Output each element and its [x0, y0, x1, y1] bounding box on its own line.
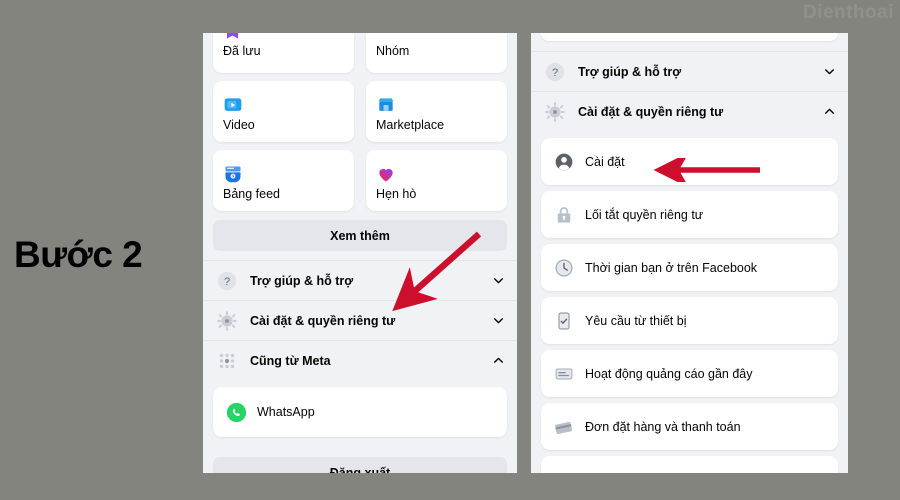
tile-groups[interactable]: Nhóm [366, 33, 507, 73]
accordion-help-support[interactable]: ? Trợ giúp & hỗ trợ [203, 260, 517, 300]
tile-label: Video [223, 118, 255, 132]
feeds-icon [223, 158, 344, 184]
left-phone-panel: Đã lưu Nhóm Video Marketplace Bảng feed [203, 33, 517, 473]
tile-video[interactable]: Video [213, 81, 354, 142]
meta-app-label: WhatsApp [257, 405, 315, 419]
tile-saved[interactable]: Đã lưu [213, 33, 354, 73]
tile-feeds[interactable]: Bảng feed [213, 150, 354, 211]
tile-label: Marketplace [376, 118, 445, 132]
chevron-down-icon[interactable] [491, 274, 505, 288]
orders-payments-icon [553, 416, 575, 438]
bookmark-icon [223, 33, 344, 41]
logout-button[interactable]: Đăng xuất [213, 457, 507, 473]
tile-label: Nhóm [376, 44, 410, 58]
chevron-up-icon[interactable] [822, 105, 836, 119]
settings-item-label: Đơn đặt hàng và thanh toán [585, 419, 741, 434]
accordion-settings-privacy[interactable]: Cài đặt & quyền riêng tư [203, 300, 517, 340]
accordion-label: Cài đặt & quyền riêng tư [250, 313, 396, 328]
help-question-icon: ? [215, 269, 239, 293]
settings-item-recent-ad-activity[interactable]: Hoạt động quảng cáo gần đây [541, 350, 838, 397]
tile-marketplace[interactable]: Marketplace [366, 81, 507, 142]
meta-app-whatsapp[interactable]: WhatsApp [213, 387, 507, 437]
settings-item-label: Thời gian bạn ở trên Facebook [585, 260, 758, 275]
gear-icon [543, 100, 567, 124]
settings-item-time-on-facebook[interactable]: Thời gian bạn ở trên Facebook [541, 244, 838, 291]
dating-heart-icon [376, 158, 497, 184]
tile-label: Hẹn hò [376, 187, 417, 201]
accordion-label: Trợ giúp & hỗ trợ [578, 64, 682, 79]
account-avatar-icon [553, 151, 575, 173]
see-more-button[interactable]: Xem thêm [213, 220, 507, 251]
whatsapp-icon [225, 401, 247, 423]
chevron-up-icon[interactable] [491, 354, 505, 368]
accordion-label: Trợ giúp & hỗ trợ [250, 273, 354, 288]
ad-activity-icon [553, 363, 575, 385]
clipped-card-top [541, 33, 838, 41]
accordion-label: Cài đặt & quyền riêng tư [578, 104, 724, 119]
settings-item-label: Lối tắt quyền riêng tư [585, 207, 704, 222]
settings-item-device-requests[interactable]: Yêu cầu từ thiết bị [541, 297, 838, 344]
accordion-also-from-meta[interactable]: Cũng từ Meta [203, 340, 517, 380]
menu-tile-grid: Đã lưu Nhóm Video Marketplace Bảng feed [203, 33, 517, 211]
chevron-down-icon[interactable] [491, 314, 505, 328]
tile-label: Bảng feed [223, 187, 280, 201]
settings-item-settings[interactable]: Cài đặt [541, 138, 838, 185]
svg-text:?: ? [552, 67, 558, 79]
clipped-card-bottom [541, 456, 838, 473]
step-caption: Bước 2 [14, 234, 143, 275]
settings-item-privacy-shortcuts[interactable]: Lối tắt quyền riêng tư [541, 191, 838, 238]
chevron-down-icon[interactable] [822, 65, 836, 79]
video-icon [223, 89, 344, 115]
marketplace-icon [376, 89, 497, 115]
privacy-lock-icon [553, 204, 575, 226]
tile-label: Đã lưu [223, 44, 261, 58]
clock-icon [553, 257, 575, 279]
settings-item-label: Cài đặt [585, 154, 625, 169]
settings-privacy-item-list: Cài đặt Lối tắt quyền riêng tư Thời gian… [531, 138, 848, 473]
accordion-help-support[interactable]: ? Trợ giúp & hỗ trợ [531, 51, 848, 91]
groups-icon [376, 33, 497, 41]
tile-dating[interactable]: Hẹn hò [366, 150, 507, 211]
svg-text:?: ? [224, 276, 230, 288]
gear-icon [215, 309, 239, 333]
right-phone-panel: ? Trợ giúp & hỗ trợ Cài đặt & quyền riên… [531, 33, 848, 473]
settings-item-label: Hoạt động quảng cáo gần đây [585, 366, 753, 381]
watermark: Dienthoai [802, 2, 894, 23]
meta-apps-grid-icon [215, 349, 239, 373]
device-request-icon [553, 310, 575, 332]
accordion-settings-privacy[interactable]: Cài đặt & quyền riêng tư [531, 91, 848, 131]
help-question-icon: ? [543, 60, 567, 84]
settings-item-label: Yêu cầu từ thiết bị [585, 313, 687, 328]
settings-item-orders-payments[interactable]: Đơn đặt hàng và thanh toán [541, 403, 838, 450]
accordion-label: Cũng từ Meta [250, 353, 331, 368]
